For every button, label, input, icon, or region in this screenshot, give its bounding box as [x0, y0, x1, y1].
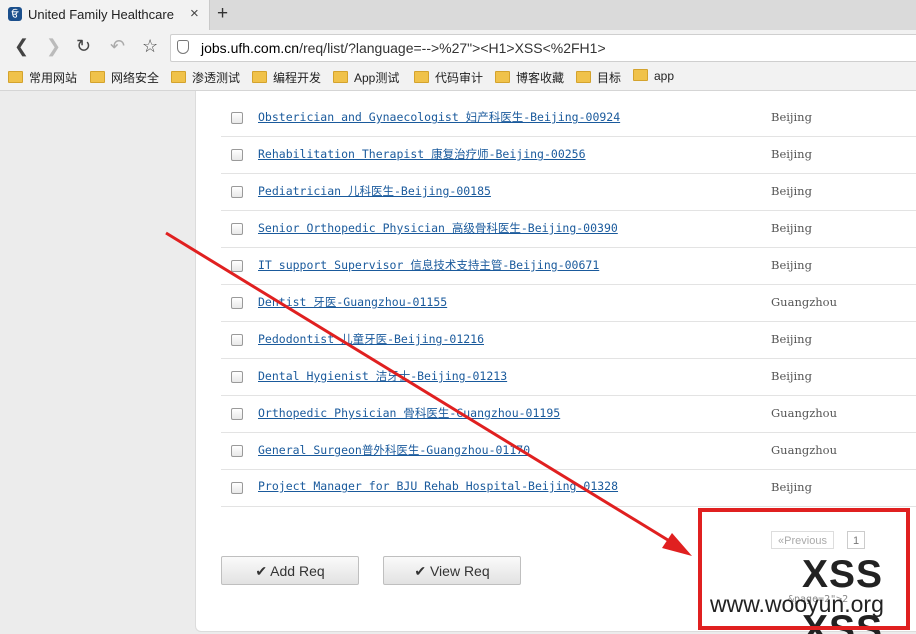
watermark: www.wooyun.org — [710, 591, 884, 617]
